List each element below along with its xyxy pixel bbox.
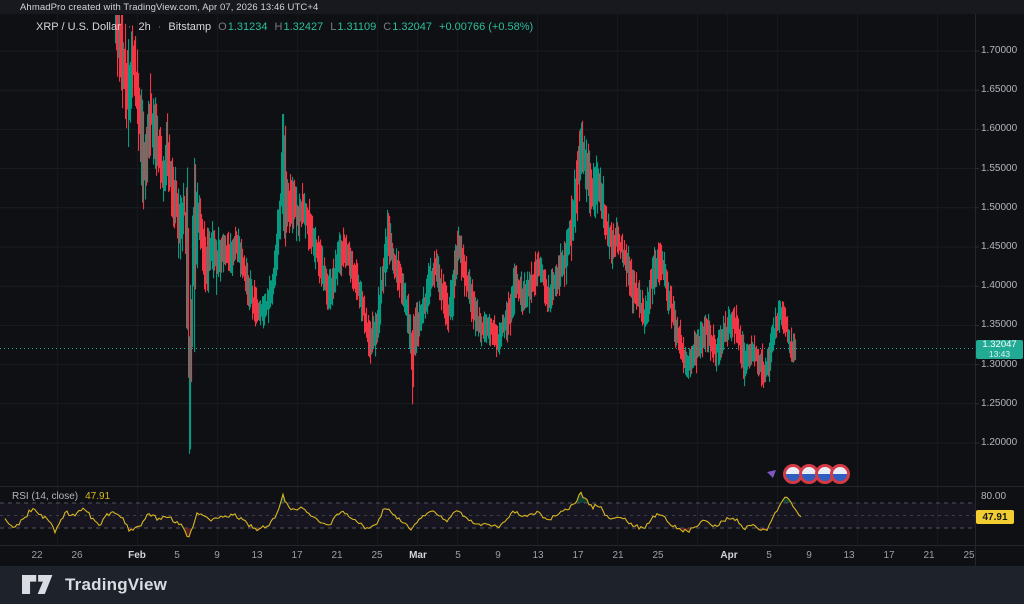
sticker-emoji-group[interactable] bbox=[763, 461, 859, 492]
price-axis-label: 1.65000 bbox=[981, 84, 1018, 96]
tradingview-logo[interactable]: TradingView bbox=[22, 575, 167, 595]
chart-area[interactable]: XRP / U.S. Dollar · 2h · Bitstamp O 1.312… bbox=[0, 0, 1024, 566]
rsi-axis-label: 80.00 bbox=[981, 490, 1007, 502]
time-axis-label: 5 bbox=[766, 550, 772, 561]
time-axis-label: Feb bbox=[128, 550, 146, 561]
symbol-legend[interactable]: XRP / U.S. Dollar · 2h · Bitstamp O 1.312… bbox=[36, 21, 533, 33]
time-axis-label: 13 bbox=[843, 550, 855, 561]
time-axis-label: 21 bbox=[612, 550, 624, 561]
price-axis-label: 1.20000 bbox=[981, 437, 1018, 448]
ohlc-open: O 1.31234 bbox=[218, 21, 268, 33]
price-axis-label: 1.30000 bbox=[981, 358, 1018, 370]
time-axis-label: 26 bbox=[71, 550, 83, 561]
time-axis-label: 5 bbox=[174, 550, 180, 561]
legend-separator: · bbox=[127, 21, 132, 33]
ohlc-low: L 1.31109 bbox=[330, 21, 377, 33]
last-price-tag: 1.32047 13:43 bbox=[976, 339, 1023, 359]
tradingview-chart-screenshot: AhmadPro created with TradingView.com, A… bbox=[0, 0, 1024, 604]
time-axis-label: 25 bbox=[652, 550, 664, 561]
time-axis-label: 17 bbox=[291, 550, 303, 561]
change-label: +0.00766 (+0.58%) bbox=[439, 21, 534, 33]
time-axis-label: 25 bbox=[371, 550, 383, 561]
time-axis-label: 5 bbox=[455, 550, 461, 561]
interval-label[interactable]: 2h bbox=[138, 21, 150, 33]
ohlc-high: H 1.32427 bbox=[274, 21, 324, 33]
price-axis-label: 1.70000 bbox=[981, 45, 1018, 56]
time-axis-label: 21 bbox=[923, 550, 935, 561]
bar-countdown: 13:43 bbox=[988, 348, 1011, 359]
rsi-indicator-title[interactable]: RSI (14, close) bbox=[12, 491, 78, 502]
rsi-legend[interactable]: RSI (14, close) 47.91 bbox=[12, 491, 110, 502]
time-axis-label: 17 bbox=[572, 550, 584, 561]
price-axis-label: 1.50000 bbox=[981, 201, 1018, 213]
symbol-title[interactable]: XRP / U.S. Dollar bbox=[36, 21, 121, 33]
price-axis-label: 1.35000 bbox=[981, 319, 1018, 331]
chart-canvas[interactable] bbox=[0, 0, 1024, 566]
rsi-value-tag: 47.91 bbox=[976, 510, 1014, 524]
time-axis-label: 9 bbox=[214, 550, 220, 561]
price-axis-label: 1.55000 bbox=[981, 162, 1018, 174]
time-axis-label: Apr bbox=[720, 550, 738, 561]
time-axis-label: 25 bbox=[963, 550, 975, 561]
time-axis-label: Mar bbox=[409, 550, 427, 561]
price-axis-label: 1.40000 bbox=[981, 280, 1018, 292]
price-axis-label: 1.25000 bbox=[981, 397, 1018, 409]
legend-separator: · bbox=[157, 21, 162, 33]
sticker-emoji[interactable] bbox=[783, 464, 803, 484]
time-axis-label: 13 bbox=[532, 550, 544, 561]
price-axis-label: 1.60000 bbox=[981, 123, 1018, 135]
time-axis-label: 13 bbox=[251, 550, 263, 561]
sticker-emoji[interactable] bbox=[799, 464, 819, 484]
ohlc-close: C 1.32047 bbox=[383, 21, 433, 33]
price-axis-label: 1.45000 bbox=[981, 241, 1018, 252]
time-axis-label: 9 bbox=[806, 550, 812, 561]
time-axis-label: 22 bbox=[31, 550, 43, 561]
rsi-value: 47.91 bbox=[85, 491, 111, 502]
time-axis-label: 17 bbox=[883, 550, 895, 561]
tradingview-logo-icon bbox=[22, 575, 53, 594]
footer-bar: TradingView bbox=[0, 566, 1024, 604]
sticker-arrow-icon bbox=[767, 470, 776, 478]
time-axis-label: 9 bbox=[495, 550, 501, 561]
time-axis[interactable]: 22 26 Feb 5 9 13 17 21 25 Mar 5 9 13 17 21 25 Apr 5 9 13 17 2… bbox=[0, 546, 975, 566]
exchange-label: Bitstamp bbox=[168, 21, 212, 33]
time-axis-label: 21 bbox=[331, 550, 343, 561]
tradingview-brand-text: TradingView bbox=[65, 575, 168, 594]
sticker-emoji[interactable] bbox=[830, 464, 850, 484]
